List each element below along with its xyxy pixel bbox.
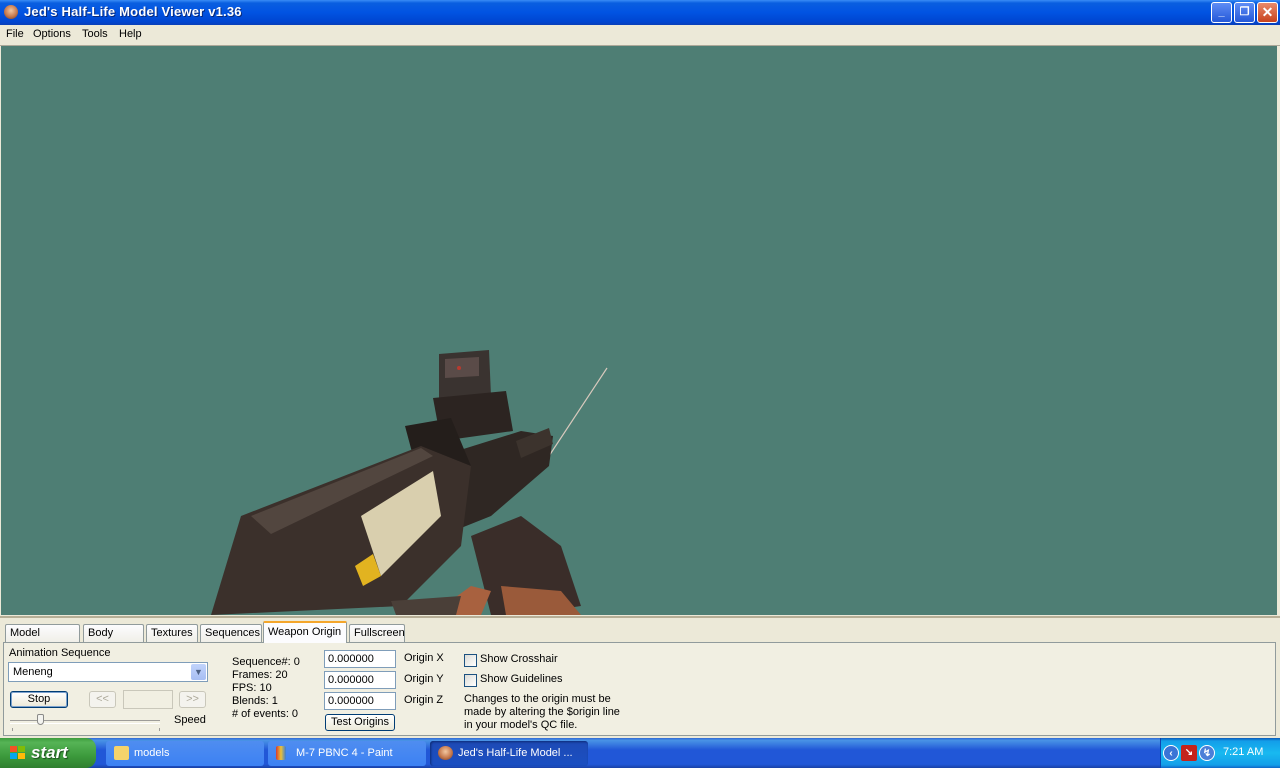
origin-y-input[interactable]: 0.000000 (324, 671, 396, 689)
restore-button[interactable]: ❐ (1234, 2, 1255, 23)
blends-count: Blends: 1 (232, 695, 278, 707)
close-button[interactable]: ✕ (1257, 2, 1278, 23)
hlmv-icon (438, 746, 453, 760)
speed-slider-track[interactable] (10, 720, 160, 724)
animation-sequence-label: Animation Sequence (9, 647, 111, 659)
tab-body-parts[interactable]: Body Parts (83, 624, 144, 656)
prev-frame-button[interactable]: << (89, 691, 116, 708)
laser-beam (548, 367, 608, 457)
task-paint[interactable]: M-7 PBNC 4 - Paint (268, 741, 426, 766)
show-guidelines-label[interactable]: Show Guidelines (480, 673, 563, 685)
origin-z-input[interactable]: 0.000000 (324, 692, 396, 710)
slider-tick (159, 728, 160, 731)
tab-model-display[interactable]: Model Display (5, 624, 80, 656)
events-count: # of events: 0 (232, 708, 299, 720)
power-lightning-icon[interactable]: ↯ (1199, 745, 1215, 761)
origin-y-label: Origin Y (404, 673, 444, 685)
animation-sequence-select[interactable]: Meneng ▼ (8, 662, 208, 682)
weapon-body (211, 446, 471, 615)
menu-help[interactable]: Help (119, 28, 142, 40)
test-origins-button[interactable]: Test Origins (325, 714, 395, 731)
start-label: start (31, 743, 68, 762)
show-guidelines-checkbox[interactable] (464, 674, 477, 687)
clock[interactable]: 7:21 AM (1223, 746, 1263, 758)
control-panel: Model Display Body Parts Textures Sequen… (0, 616, 1280, 738)
tab-textures[interactable]: Textures (146, 624, 198, 642)
tab-fullscreen[interactable]: Fullscreen (349, 624, 405, 642)
menu-options[interactable]: Options (33, 28, 71, 40)
task-label: Jed's Half-Life Model ... (458, 747, 573, 759)
system-tray: ‹ ↘ ↯ 7:21 AM (1160, 738, 1280, 768)
sequence-number: Sequence#: 0 (232, 656, 300, 668)
animation-sequence-value: Meneng (13, 666, 53, 678)
tab-weapon-origin[interactable]: Weapon Origin (263, 621, 347, 643)
origin-z-label: Origin Z (404, 694, 444, 706)
task-hlmv[interactable]: Jed's Half-Life Model ... (430, 741, 588, 766)
speed-label: Speed (174, 714, 206, 726)
fps-value: FPS: 10 (232, 682, 272, 694)
chevron-down-icon[interactable]: ▼ (191, 664, 206, 680)
weapon-model (211, 350, 608, 615)
speed-slider-thumb[interactable] (37, 714, 44, 725)
windows-logo-icon (10, 746, 26, 761)
next-frame-button[interactable]: >> (179, 691, 206, 708)
show-hidden-icons-chevron-icon[interactable]: ‹ (1163, 745, 1179, 761)
app-icon[interactable] (4, 5, 18, 19)
window-title: Jed's Half-Life Model Viewer v1.36 (24, 4, 242, 19)
menu-tools[interactable]: Tools (82, 28, 108, 40)
frames-count: Frames: 20 (232, 669, 288, 681)
task-models[interactable]: models (106, 741, 264, 766)
adobe-reader-icon[interactable]: ↘ (1181, 745, 1197, 761)
stop-button[interactable]: Stop (10, 691, 68, 708)
show-crosshair-checkbox[interactable] (464, 654, 477, 667)
task-label: models (134, 747, 170, 759)
taskbar: start models M-7 PBNC 4 - Paint Jed's Ha… (0, 738, 1280, 768)
tab-sequences[interactable]: Sequences (200, 624, 262, 642)
title-bar: Jed's Half-Life Model Viewer v1.36 _ ❐ ✕ (0, 0, 1280, 25)
origin-x-label: Origin X (404, 652, 444, 664)
origin-note-line3: in your model's QC file. (464, 719, 578, 731)
show-crosshair-label[interactable]: Show Crosshair (480, 653, 558, 665)
task-label: M-7 PBNC 4 - Paint (296, 747, 393, 759)
origin-x-input[interactable]: 0.000000 (324, 650, 396, 668)
slider-tick (12, 728, 13, 731)
minimize-button[interactable]: _ (1211, 2, 1232, 23)
start-button[interactable]: start (0, 738, 96, 768)
paint-icon (276, 746, 286, 760)
menu-bar: File Options Tools Help (0, 25, 1280, 45)
origin-note-line1: Changes to the origin must be (464, 693, 611, 705)
origin-note-line2: made by altering the $origin line (464, 706, 620, 718)
frame-field[interactable] (123, 690, 173, 709)
model-viewport[interactable] (1, 46, 1277, 615)
folder-icon (114, 746, 129, 760)
menu-file[interactable]: File (6, 28, 24, 40)
